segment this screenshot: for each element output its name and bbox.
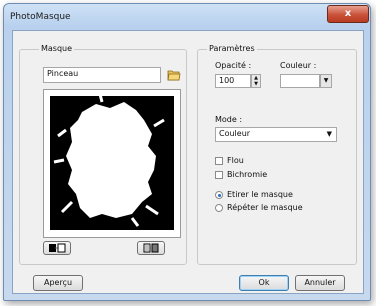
annuler-label: Annuler: [304, 278, 336, 287]
opacity-value: 100: [219, 76, 235, 85]
mode-select[interactable]: Couleur ▼: [215, 127, 337, 142]
repeter-radio[interactable]: [215, 204, 223, 212]
flou-checkbox[interactable]: [215, 157, 223, 165]
repeter-label: Répéter le masque: [227, 203, 303, 212]
swap-mask-button[interactable]: [137, 241, 165, 255]
swap-icon: [143, 243, 159, 253]
mode-value: Couleur: [219, 129, 251, 138]
chevron-down-icon: ▼: [323, 77, 329, 84]
color-dropdown-button[interactable]: ▼: [320, 74, 332, 88]
opacity-spinner[interactable]: ▲ ▼: [251, 74, 261, 88]
opacity-label: Opacité :: [215, 61, 252, 70]
brush-value: Pinceau: [47, 69, 79, 78]
opacity-input[interactable]: 100: [215, 74, 251, 88]
invert-icon: [49, 243, 66, 253]
bichromie-label: Bichromie: [227, 170, 268, 179]
apercu-button[interactable]: Aperçu: [33, 275, 83, 291]
chevron-down-icon: ▼: [326, 130, 332, 138]
annuler-button[interactable]: Annuler: [295, 275, 345, 291]
color-swatch[interactable]: [280, 74, 320, 88]
color-label: Couleur :: [280, 61, 317, 70]
flou-label: Flou: [227, 156, 244, 165]
photomasque-window: PhotoMasque x Masque Pinceau Paramètres …: [3, 3, 371, 301]
masque-group-label: Masque: [39, 44, 75, 53]
brush-mask-shape: [66, 102, 156, 218]
mask-preview: [43, 89, 181, 238]
brush-field[interactable]: Pinceau: [43, 67, 161, 83]
etirer-radio[interactable]: [215, 191, 223, 199]
folder-open-icon[interactable]: [167, 68, 181, 81]
dialog-body: Masque Pinceau Paramètres Opacité : 100: [12, 30, 364, 294]
bichromie-checkbox[interactable]: [215, 171, 223, 179]
etirer-label: Etirer le masque: [227, 190, 293, 199]
close-button[interactable]: x: [327, 5, 369, 23]
parametres-group-label: Paramètres: [207, 44, 257, 53]
title-bar[interactable]: PhotoMasque x: [4, 4, 370, 30]
invert-mask-button[interactable]: [43, 241, 71, 255]
mode-label: Mode :: [215, 115, 243, 124]
ok-button[interactable]: Ok: [239, 275, 289, 291]
window-title: PhotoMasque: [10, 12, 71, 22]
apercu-label: Aperçu: [43, 278, 73, 287]
close-icon: x: [344, 8, 352, 19]
ok-label: Ok: [258, 278, 270, 287]
